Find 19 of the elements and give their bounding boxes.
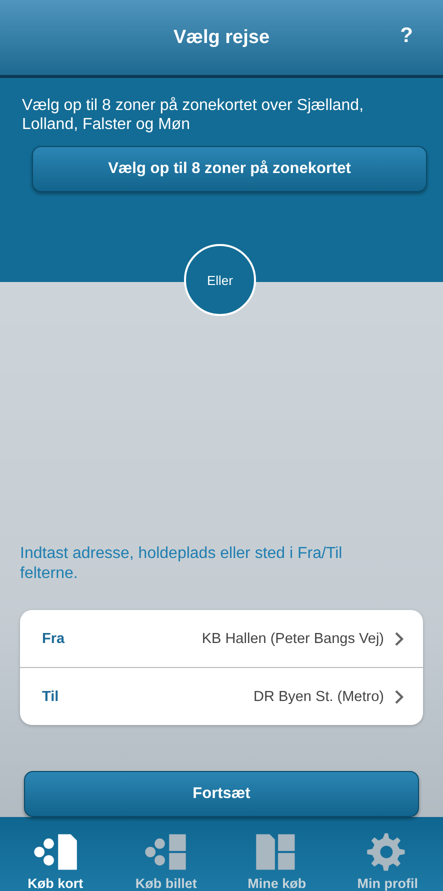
address-hint-text: Indtast adresse, holdeplads eller sted i Fra/Til felterne.	[20, 544, 344, 584]
zone-map-button[interactable]: Vælg op til 8 zoner på zonekortet	[32, 146, 427, 192]
continue-button[interactable]: Fortsæt	[24, 771, 419, 817]
chevron-icon	[394, 690, 404, 704]
tab[interactable]: Mine køb	[222, 817, 332, 891]
help-button[interactable]: ?	[396, 24, 417, 48]
zone-intro-text: Vælg op til 8 zoner på zonekortet over Sjælland, Lolland, Falster og Møn	[22, 96, 365, 134]
route-value: DR Byen St. (Metro)	[252, 688, 384, 704]
route-label: Fra	[42, 630, 65, 646]
tab[interactable]: Køb billet	[110, 817, 222, 891]
route-row[interactable]: Fra KB Hallen (Peter Bangs Vej)	[20, 610, 423, 667]
tab[interactable]: Min profil	[332, 817, 443, 891]
route-value: KB Hallen (Peter Bangs Vej)	[200, 630, 384, 646]
route-label: Til	[42, 688, 59, 704]
or-badge: Eller	[184, 244, 256, 316]
tab[interactable]: Køb kort	[0, 817, 111, 891]
route-row[interactable]: Til DR Byen St. (Metro)	[20, 667, 423, 725]
chevron-icon	[394, 632, 404, 646]
screen-title: Vælg rejse	[173, 26, 270, 48]
